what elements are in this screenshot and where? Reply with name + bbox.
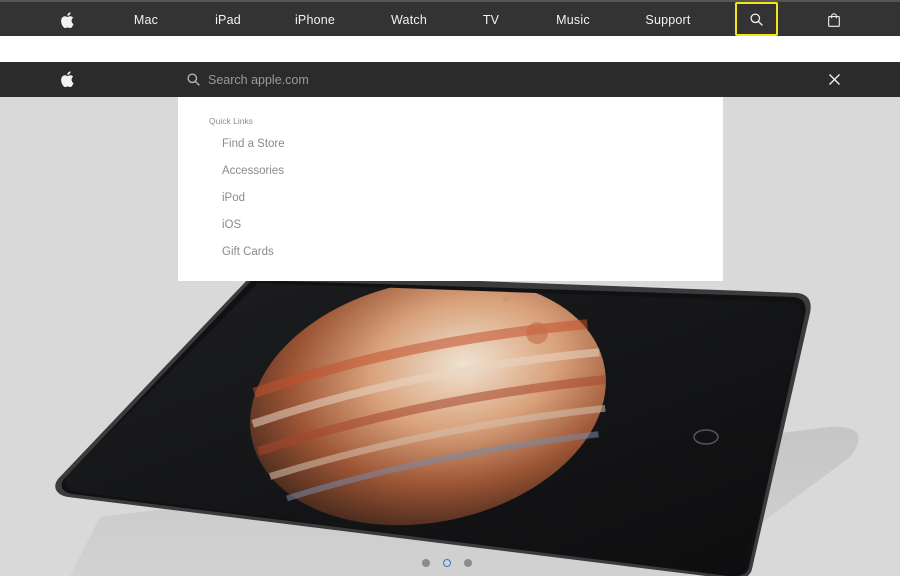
quick-link-accessories[interactable]: Accessories [222, 164, 285, 191]
apple-icon [60, 12, 74, 28]
quick-link-find-a-store[interactable]: Find a Store [222, 137, 285, 164]
nav-item-music[interactable]: Music [548, 2, 598, 38]
nav-item-label: Mac [133, 13, 159, 27]
carousel-dot-3[interactable] [464, 559, 472, 567]
search-button[interactable] [735, 2, 778, 36]
bag-button[interactable] [822, 2, 846, 38]
bag-icon [828, 13, 840, 27]
quick-link-ipod[interactable]: iPod [222, 191, 285, 218]
quick-links-header: Quick Links [209, 116, 253, 126]
search-bar [0, 62, 900, 97]
nav-item-watch[interactable]: Watch [384, 2, 434, 38]
quick-links-list: Find a Store Accessories iPod iOS Gift C… [222, 137, 285, 272]
search-icon [187, 73, 200, 91]
carousel-pagination [422, 559, 472, 567]
nav-item-mac[interactable]: Mac [126, 2, 166, 38]
nav-item-label: iPad [215, 13, 241, 27]
nav-item-label: TV [482, 13, 500, 27]
close-icon[interactable] [828, 73, 841, 91]
global-nav: Mac iPad iPhone Watch TV Music Support [0, 0, 900, 36]
nav-item-support[interactable]: Support [638, 2, 698, 38]
nav-item-label: Watch [391, 13, 427, 27]
apple-logo-link[interactable] [54, 2, 80, 38]
nav-item-ipad[interactable]: iPad [208, 2, 248, 38]
apple-icon[interactable] [60, 71, 74, 92]
search-icon [750, 12, 763, 26]
quick-links-panel: Quick Links Find a Store Accessories iPo… [178, 97, 723, 281]
search-input[interactable] [208, 70, 608, 90]
nav-item-label: Support [645, 13, 691, 27]
nav-spacer [0, 36, 900, 62]
carousel-dot-2[interactable] [443, 559, 451, 567]
quick-link-ios[interactable]: iOS [222, 218, 285, 245]
nav-item-iphone[interactable]: iPhone [290, 2, 340, 38]
carousel-dot-1[interactable] [422, 559, 430, 567]
nav-item-label: Music [556, 13, 590, 27]
nav-item-label: iPhone [294, 13, 336, 27]
nav-item-tv[interactable]: TV [476, 2, 506, 38]
quick-link-gift-cards[interactable]: Gift Cards [222, 245, 285, 272]
